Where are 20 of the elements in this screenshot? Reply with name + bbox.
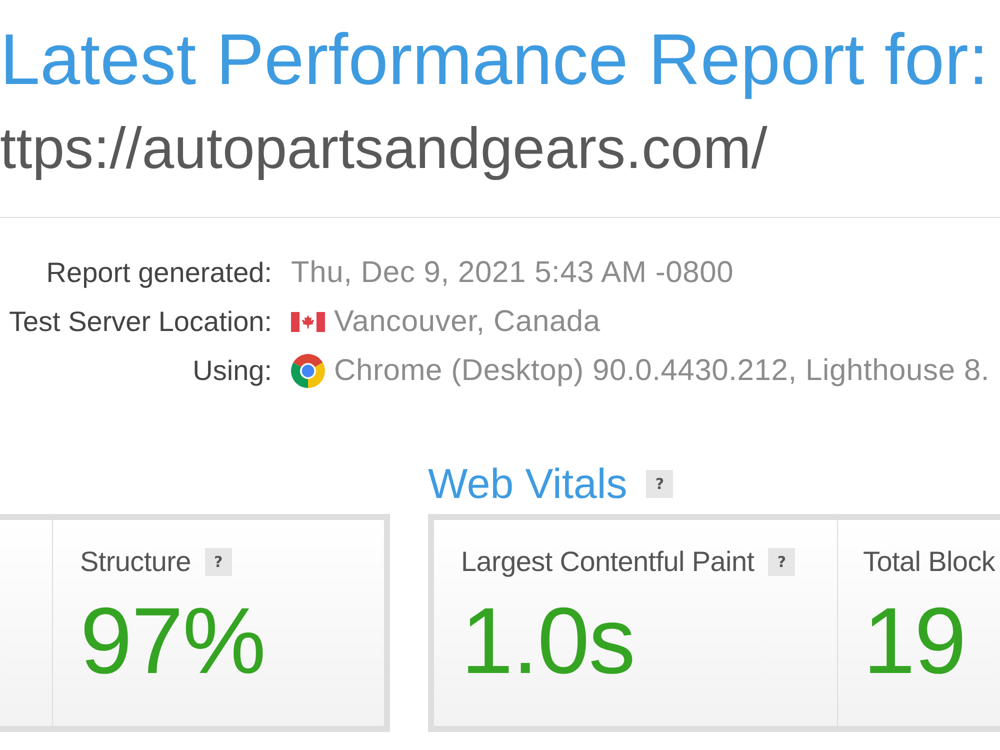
browser-icon: [291, 354, 325, 388]
detail-value: Chrome (Desktop) 90.0.4430.212, Lighthouse 8.: [334, 353, 990, 389]
help-button[interactable]: ?: [768, 548, 796, 576]
detail-label: Report generated:: [46, 256, 272, 290]
site-url: ttps://autopartsandgears.com/: [0, 117, 768, 181]
help-button[interactable]: ?: [204, 548, 232, 576]
metric-label: Structure: [80, 547, 191, 577]
metric-value: 97%: [80, 591, 266, 691]
detail-value: Thu, Dec 9, 2021 5:43 AM -0800: [291, 255, 734, 291]
metric-value: 19: [863, 591, 967, 691]
section-heading: Web Vitals: [428, 459, 628, 509]
help-button[interactable]: ?: [646, 470, 674, 498]
flag-icon: [291, 312, 325, 332]
page-title: Latest Performance Report for:: [0, 19, 990, 100]
detail-label: Test Server Location:: [8, 305, 272, 339]
detail-label: Using:: [192, 354, 272, 388]
metric-label: Largest Contentful Paint: [461, 547, 754, 577]
metric-label: Total Block: [863, 547, 996, 577]
metric-value: 1.0s: [461, 591, 636, 691]
detail-value: Vancouver, Canada: [334, 304, 600, 340]
